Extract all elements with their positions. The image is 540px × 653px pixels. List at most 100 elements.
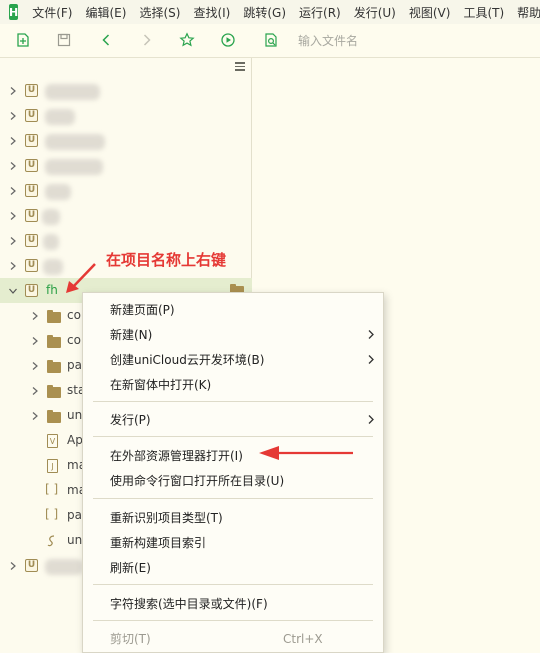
menu-shortcut: Ctrl+X (283, 631, 323, 646)
folder-icon (47, 335, 61, 348)
folder-icon (47, 385, 61, 398)
project-icon: U (25, 209, 38, 222)
menu-item-label: 在外部资源管理器打开(I) (110, 449, 243, 463)
blurred-name (45, 84, 100, 100)
chevron-right-icon[interactable] (30, 336, 40, 346)
menu-separator (93, 620, 373, 621)
blurred-name (45, 159, 103, 175)
chevron-right-icon[interactable] (8, 186, 18, 196)
menu-refresh[interactable]: 刷新(E) (83, 555, 383, 580)
tree-item-label: pa (67, 358, 82, 372)
project-name[interactable]: fh (46, 283, 58, 297)
menu-item-label: 重新构建项目索引 (110, 536, 207, 550)
menu-help[interactable]: 帮助 (517, 4, 540, 21)
menu-item-label: 在新窗体中打开(K) (110, 378, 212, 392)
project-icon: U (25, 84, 38, 97)
hamburger-menu-icon[interactable] (235, 62, 245, 71)
menu-file[interactable]: 文件(F) (32, 4, 72, 21)
menu-create-unicloud[interactable]: 创建uniCloud云开发环境(B) (83, 347, 383, 372)
menu-tools[interactable]: 工具(T) (463, 4, 504, 21)
search-input[interactable] (292, 31, 532, 51)
menu-cut[interactable]: 剪切(T) Ctrl+X (83, 626, 383, 651)
project-icon: U (25, 259, 38, 272)
project-row[interactable]: U (0, 203, 252, 228)
menu-char-search[interactable]: 字符搜索(选中目录或文件)(F) (83, 591, 383, 616)
chevron-right-icon[interactable] (8, 111, 18, 121)
project-row[interactable]: U (0, 128, 252, 153)
menu-view[interactable]: 视图(V) (409, 4, 451, 21)
menu-open-new-window[interactable]: 在新窗体中打开(K) (83, 372, 383, 397)
menu-item-label: 新建(N) (110, 328, 153, 342)
blurred-name (45, 184, 71, 200)
menu-rebuild-index[interactable]: 重新构建项目索引 (83, 530, 383, 555)
menu-item-label: 字符搜索(选中目录或文件)(F) (110, 597, 268, 611)
menu-reidentify-project[interactable]: 重新识别项目类型(T) (83, 505, 383, 530)
menu-publish[interactable]: 发行(U) (354, 4, 396, 21)
menu-item-label: 新建页面(P) (110, 303, 175, 317)
json-file-icon: [ ] (45, 482, 59, 496)
run-icon[interactable] (219, 31, 237, 49)
blurred-name (43, 234, 59, 250)
project-icon: U (25, 159, 38, 172)
submenu-arrow-icon (368, 415, 374, 424)
blurred-name (45, 134, 105, 150)
chevron-right-icon[interactable] (30, 411, 40, 421)
menu-find[interactable]: 查找(I) (193, 4, 230, 21)
blurred-name (45, 109, 75, 125)
menu-item-label: 重新识别项目类型(T) (110, 511, 223, 525)
menu-goto[interactable]: 跳转(G) (243, 4, 286, 21)
submenu-arrow-icon (368, 330, 374, 339)
project-icon: U (25, 184, 38, 197)
chevron-right-icon[interactable] (8, 161, 18, 171)
project-icon: U (25, 284, 38, 297)
menu-publish[interactable]: 发行(P) (83, 407, 383, 432)
blurred-name (42, 209, 60, 225)
project-row[interactable]: U (0, 78, 252, 103)
chevron-right-icon[interactable] (8, 211, 18, 221)
star-icon[interactable] (178, 31, 196, 49)
chevron-right-icon[interactable] (30, 311, 40, 321)
js-file-icon: J (47, 459, 58, 473)
toolbar (0, 24, 540, 58)
folder-icon (47, 360, 61, 373)
menu-new[interactable]: 新建(N) (83, 322, 383, 347)
menu-bar: H 文件(F) 编辑(E) 选择(S) 查找(I) 跳转(G) 运行(R) 发行… (0, 0, 540, 24)
menu-open-in-terminal[interactable]: 使用命令行窗口打开所在目录(U) (83, 468, 383, 493)
save-icon[interactable] (55, 31, 73, 49)
project-row[interactable]: U (0, 153, 252, 178)
chevron-right-icon[interactable] (8, 261, 18, 271)
file-search-icon[interactable] (262, 31, 280, 49)
tree-item-label: Ap (67, 433, 83, 447)
menu-item-label: 使用命令行窗口打开所在目录(U) (110, 474, 285, 488)
vue-file-icon: V (47, 434, 58, 448)
project-icon: U (25, 234, 38, 247)
project-row[interactable]: U (0, 103, 252, 128)
menu-new-page[interactable]: 新建页面(P) (83, 297, 383, 322)
chevron-right-icon[interactable] (8, 236, 18, 246)
style-file-icon (47, 535, 55, 547)
tree-item-label: un (67, 408, 83, 422)
chevron-down-icon[interactable] (8, 286, 18, 296)
menu-item-label: 创建uniCloud云开发环境(B) (110, 353, 265, 367)
menu-select[interactable]: 选择(S) (139, 4, 180, 21)
menu-separator (93, 584, 373, 585)
chevron-right-icon[interactable] (8, 86, 18, 96)
project-icon: U (25, 109, 38, 122)
chevron-right-icon[interactable] (8, 561, 18, 571)
tree-item-label: co (67, 308, 81, 322)
annotation-arrow-icon (66, 263, 96, 293)
project-row[interactable]: U (0, 178, 252, 203)
chevron-right-icon[interactable] (30, 386, 40, 396)
forward-icon[interactable] (138, 31, 156, 49)
annotation-arrow-icon (259, 446, 353, 460)
back-icon[interactable] (97, 31, 115, 49)
menu-edit[interactable]: 编辑(E) (86, 4, 127, 21)
json-file-icon: [ ] (45, 507, 59, 521)
chevron-right-icon[interactable] (30, 361, 40, 371)
new-file-icon[interactable] (14, 31, 32, 49)
menu-run[interactable]: 运行(R) (299, 4, 341, 21)
chevron-right-icon[interactable] (8, 136, 18, 146)
menu-item-label: 刷新(E) (110, 561, 151, 575)
tree-item-label: pa (67, 508, 82, 522)
blurred-name (43, 259, 63, 275)
